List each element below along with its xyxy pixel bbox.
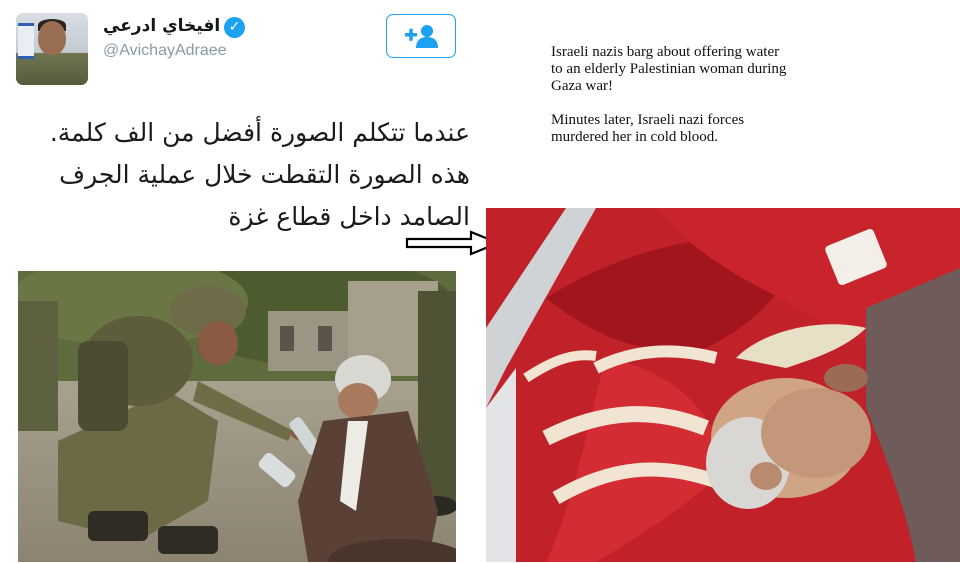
flag-icon bbox=[18, 23, 34, 59]
follow-button[interactable] bbox=[386, 14, 456, 58]
blanket-photo bbox=[486, 208, 960, 562]
add-person-icon bbox=[405, 25, 438, 48]
tweet-text: عندما تتكلم الصورة أفضل من الف كلمة. هذه… bbox=[30, 112, 470, 238]
tweet-text-line: عندما تتكلم الصورة أفضل من الف كلمة. bbox=[49, 118, 470, 147]
tweet-text-line: هذه الصورة التقطت خلال عملية الجرف bbox=[59, 160, 470, 189]
caption: Israeli nazis barg about offering water … bbox=[551, 44, 791, 146]
verified-badge-icon: ✓ bbox=[224, 17, 245, 38]
profile-avatar[interactable] bbox=[16, 13, 88, 85]
display-name[interactable]: افيخاي ادرعي bbox=[103, 16, 220, 36]
tweet-photo bbox=[18, 271, 456, 562]
user-handle[interactable]: @AvichayAdraee bbox=[103, 42, 227, 60]
caption-paragraph: Israeli nazis barg about offering water … bbox=[551, 44, 787, 94]
tweet-text-line: الصامد داخل قطاع غزة bbox=[228, 202, 470, 231]
caption-paragraph: Minutes later, Israeli nazi forces murde… bbox=[551, 112, 745, 145]
